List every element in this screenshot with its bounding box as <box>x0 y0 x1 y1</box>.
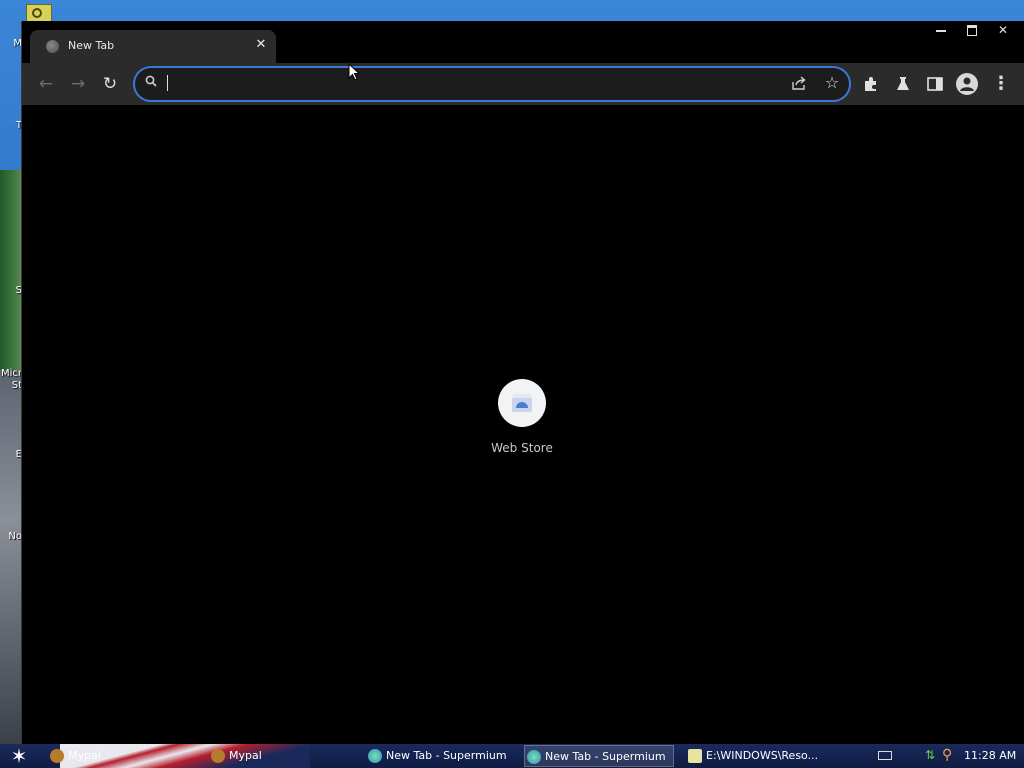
address-input[interactable] <box>171 72 775 96</box>
tab-close-icon[interactable]: ✕ <box>252 36 270 54</box>
taskbar-item-mypal[interactable]: Mypal <box>209 745 359 767</box>
forward-button[interactable]: → <box>67 73 89 95</box>
search-icon <box>145 75 157 87</box>
desktop-icon-label[interactable]: No <box>0 531 22 542</box>
browser-menu-icon[interactable]: ⋮ <box>992 75 1010 93</box>
taskbar-item-label: E:\WINDOWS\Reso... <box>706 749 819 762</box>
shortcut-tile-web-store[interactable]: Web Store <box>482 377 562 457</box>
minimize-button[interactable] <box>926 21 956 39</box>
start-button[interactable]: ✶ <box>4 744 34 768</box>
tab-title: New Tab <box>68 39 115 52</box>
taskbar-clock[interactable]: 11:28 AM <box>964 744 1016 768</box>
mypal-icon <box>50 749 64 763</box>
browser-toolbar: ← → ↻ ☆ ⋮ <box>22 63 1024 105</box>
reload-button[interactable]: ↻ <box>99 73 121 95</box>
supermium-icon <box>368 749 382 763</box>
mypal-icon <box>211 749 225 763</box>
text-caret <box>167 75 168 91</box>
side-panel-icon[interactable] <box>926 75 944 93</box>
close-window-button[interactable]: ✕ <box>988 21 1018 39</box>
keyboard-icon[interactable] <box>878 751 892 760</box>
desktop-icon-label[interactable]: Micr <box>0 368 22 379</box>
taskbar-item-notepad[interactable]: E:\WINDOWS\Reso... <box>686 745 836 767</box>
browser-window: New Tab ✕ ✕ ← → ↻ ☆ ⋮ Web Store <box>21 21 1024 744</box>
taskbar-item-label: New Tab - Supermium <box>545 750 666 763</box>
supermium-icon <box>527 750 541 764</box>
taskbar-item-mypal[interactable]: Mypal <box>48 745 198 767</box>
notepad-icon <box>688 749 702 763</box>
extensions-puzzle-icon[interactable] <box>862 75 880 93</box>
desktop-icon-label[interactable]: T <box>0 120 22 131</box>
shortcut-label: Web Store <box>491 441 553 455</box>
network-icon[interactable]: ⇅ <box>925 748 937 762</box>
back-button[interactable]: ← <box>35 73 57 95</box>
desktop-icon-label[interactable]: St <box>0 380 22 391</box>
taskbar-item-label: New Tab - Supermium <box>386 749 507 762</box>
web-store-icon <box>498 379 546 427</box>
taskbar-item-label: Mypal <box>68 749 101 762</box>
globe-icon <box>46 40 59 53</box>
browser-titlebar[interactable]: New Tab ✕ ✕ <box>22 21 1024 63</box>
bookmark-star-icon[interactable]: ☆ <box>823 74 841 92</box>
system-tray: ⇅ ⚲ 11:28 AM <box>870 744 1024 768</box>
tab-new-tab[interactable]: New Tab ✕ <box>30 30 276 63</box>
search-tray-icon[interactable]: ⚲ <box>942 747 958 763</box>
mouse-cursor-icon <box>348 63 360 81</box>
desktop-icon-label[interactable]: E <box>0 449 22 460</box>
profile-avatar-icon[interactable] <box>956 73 978 95</box>
maximize-button[interactable] <box>957 21 987 39</box>
taskbar: ✶ Mypal Mypal New Tab - Supermium New Ta… <box>0 744 1024 768</box>
labs-flask-icon[interactable] <box>894 75 912 93</box>
taskbar-item-label: Mypal <box>229 749 262 762</box>
taskbar-item-supermium[interactable]: New Tab - Supermium <box>366 745 516 767</box>
desktop-icon-label[interactable]: M <box>0 38 22 49</box>
desktop-icon-label[interactable]: S <box>0 285 22 296</box>
address-bar[interactable]: ☆ <box>133 66 851 102</box>
new-tab-page: Web Store <box>22 105 1024 744</box>
taskbar-item-supermium-active[interactable]: New Tab - Supermium <box>524 745 674 767</box>
share-icon[interactable] <box>790 74 808 92</box>
